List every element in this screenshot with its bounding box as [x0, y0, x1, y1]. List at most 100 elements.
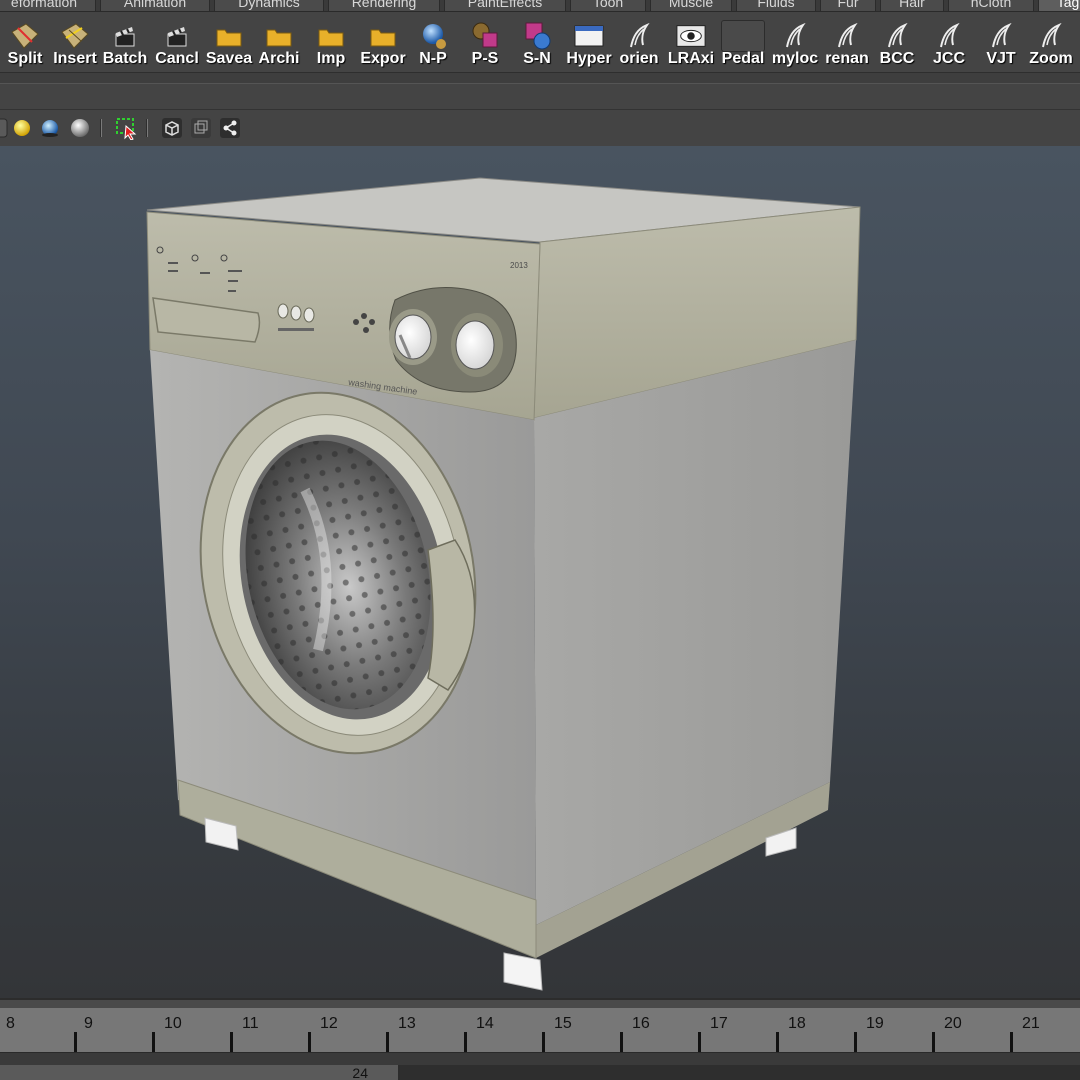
- shelf-button-import[interactable]: Imp: [306, 18, 356, 70]
- blank-icon: [721, 20, 765, 52]
- tab-tag[interactable]: Tag: [1038, 0, 1080, 11]
- frame-tick: [230, 1032, 233, 1052]
- frame-tick: [152, 1032, 155, 1052]
- frame-tick: [854, 1032, 857, 1052]
- mel-script-icon: [882, 22, 912, 50]
- shelf-button-archive[interactable]: Archi: [254, 18, 304, 70]
- shelf-tab-bar: eformation Animation Dynamics Rendering …: [0, 0, 1080, 12]
- mel-script-icon: [832, 22, 862, 50]
- playback-end-field[interactable]: 24: [0, 1065, 400, 1080]
- frame-tick: [542, 1032, 545, 1052]
- machine-right-side: [534, 340, 856, 925]
- toolbar-separator: [146, 119, 148, 137]
- window-icon: [574, 22, 604, 50]
- range-slider: 24: [0, 1052, 1080, 1080]
- isolate-select-icon[interactable]: [114, 116, 138, 140]
- shelf-button-hypershade[interactable]: Hyper: [564, 18, 614, 70]
- shelf-button-insert[interactable]: Insert: [50, 18, 100, 70]
- frame-label: 15: [554, 1015, 572, 1032]
- folder-icon: [214, 22, 244, 50]
- program-dial[interactable]: [389, 309, 437, 365]
- toolbar-separator: [100, 119, 102, 137]
- tab-muscle[interactable]: Muscle: [650, 0, 732, 11]
- split-polygon-icon: [10, 22, 40, 50]
- tab-painteffects[interactable]: PaintEffects: [444, 0, 566, 11]
- frame-label: 17: [710, 1015, 728, 1032]
- tab-animation[interactable]: Animation: [100, 0, 210, 11]
- eye-icon: [676, 22, 706, 50]
- shelf-button-s-n[interactable]: S-N: [512, 18, 562, 70]
- sphere-icon: [418, 22, 448, 50]
- cube-sphere-icon: [522, 22, 552, 50]
- tab-rendering[interactable]: Rendering: [328, 0, 440, 11]
- shelf-button-saveas[interactable]: Savea: [204, 18, 254, 70]
- mel-script-icon: [1036, 22, 1066, 50]
- mel-script-icon: [934, 22, 964, 50]
- perspective-viewport[interactable]: 2013 washing machine: [0, 146, 1080, 998]
- clapper-icon: [162, 22, 192, 50]
- shelf-button-split[interactable]: Split: [0, 18, 50, 70]
- shelf-button-export[interactable]: Expor: [358, 18, 408, 70]
- frame-tick: [1010, 1032, 1013, 1052]
- frame-tick: [698, 1032, 701, 1052]
- mel-script-icon: [624, 22, 654, 50]
- panel-toolbar: [0, 110, 1080, 146]
- frame-label: 8: [6, 1015, 15, 1032]
- shelf-button-vjt[interactable]: VJT: [976, 18, 1026, 70]
- wireframe-cube-icon[interactable]: [189, 116, 213, 140]
- shelf-button-myloc[interactable]: myloc: [770, 18, 820, 70]
- folder-icon: [368, 22, 398, 50]
- frame-tick: [386, 1032, 389, 1052]
- frame-label: 21: [1022, 1015, 1040, 1032]
- shelf-button-batch[interactable]: Batch: [100, 18, 150, 70]
- frame-tick: [464, 1032, 467, 1052]
- frame-label: 10: [164, 1015, 182, 1032]
- shelf-button-cancel[interactable]: Cancl: [152, 18, 202, 70]
- frame-label: 20: [944, 1015, 962, 1032]
- tab-hair[interactable]: Hair: [880, 0, 944, 11]
- washing-machine-model[interactable]: 2013 washing machine: [0, 146, 1080, 998]
- frame-tick: [74, 1032, 77, 1052]
- folder-icon: [264, 22, 294, 50]
- gray-sphere-icon[interactable]: [68, 116, 92, 140]
- shelf-button-bcc[interactable]: BCC: [872, 18, 922, 70]
- time-slider[interactable]: 8 9 10 11 12 13 14 15 16 17 18 19 20 21: [0, 998, 1080, 1052]
- frame-label: 11: [242, 1015, 259, 1032]
- temperature-dial[interactable]: [451, 313, 503, 377]
- shelf-button-pedal[interactable]: Pedal: [718, 18, 768, 70]
- panel-year-text: 2013: [510, 261, 528, 270]
- range-end-value: 24: [352, 1065, 368, 1080]
- tab-toon[interactable]: Toon: [570, 0, 646, 11]
- shelf-button-zoom[interactable]: Zoom: [1026, 18, 1076, 70]
- shaded-sphere-icon[interactable]: [38, 116, 62, 140]
- frame-label: 16: [632, 1015, 650, 1032]
- all-lights-icon[interactable]: [10, 116, 34, 140]
- xray-cube-icon[interactable]: [160, 116, 184, 140]
- shelf-button-rename[interactable]: renan: [822, 18, 872, 70]
- shelf-button-lraxis[interactable]: LRAxi: [666, 18, 716, 70]
- shelf-button-p-s[interactable]: P-S: [460, 18, 510, 70]
- frame-label: 18: [788, 1015, 806, 1032]
- frame-label: 13: [398, 1015, 416, 1032]
- frame-tick: [620, 1032, 623, 1052]
- share-nodes-icon[interactable]: [218, 116, 242, 140]
- frame-label: 9: [84, 1015, 93, 1032]
- clapper-icon: [110, 22, 140, 50]
- frame-tick: [776, 1032, 779, 1052]
- insert-edge-loop-icon: [60, 22, 90, 50]
- tab-deformation[interactable]: eformation: [0, 0, 96, 11]
- tab-fur[interactable]: Fur: [820, 0, 876, 11]
- shelf-button-n-p[interactable]: N-P: [408, 18, 458, 70]
- frame-label: 19: [866, 1015, 884, 1032]
- folder-icon: [316, 22, 346, 50]
- shelf: Split Insert Batch Cancl Savea Archi Imp…: [0, 12, 1080, 72]
- shelf-button-orient[interactable]: orien: [614, 18, 664, 70]
- tab-ncloth[interactable]: nCloth: [948, 0, 1034, 11]
- shelf-button-jcc[interactable]: JCC: [924, 18, 974, 70]
- frame-label: 14: [476, 1015, 494, 1032]
- tab-dynamics[interactable]: Dynamics: [214, 0, 324, 11]
- frame-label: 12: [320, 1015, 338, 1032]
- range-slider-track[interactable]: [400, 1065, 1080, 1080]
- time-slider-track[interactable]: 8 9 10 11 12 13 14 15 16 17 18 19 20 21: [0, 1008, 1080, 1052]
- tab-fluids[interactable]: Fluids: [736, 0, 816, 11]
